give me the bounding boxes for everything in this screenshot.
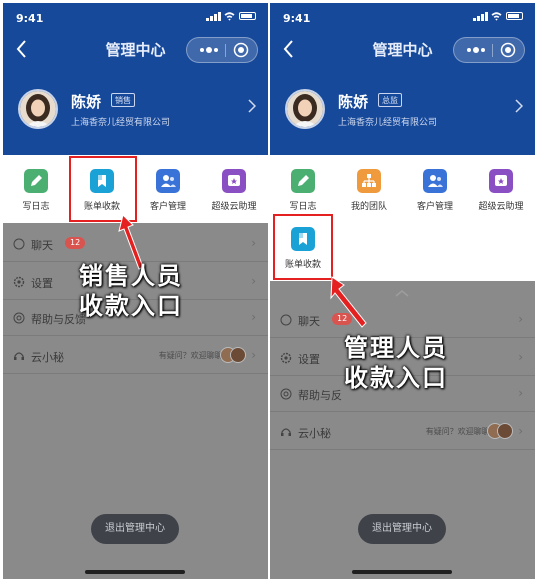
logout-button[interactable]: 退出管理中心 [358, 514, 446, 544]
miniprogram-capsule[interactable] [453, 37, 525, 63]
tile-label: 我的团队 [350, 202, 387, 212]
company-name: 上海香奈儿经贸有限公司 [71, 118, 171, 128]
menu-label: 帮助与反馈 [31, 313, 86, 326]
help-icon [13, 312, 25, 324]
callout-line: 收款入口 [79, 292, 183, 320]
tile-write-log[interactable]: 写日志 [3, 157, 69, 221]
home-indicator [352, 570, 452, 574]
headset-icon [281, 428, 291, 436]
settings-icon [280, 352, 292, 364]
tile-customers[interactable]: 客户管理 [402, 157, 468, 221]
chevron-right-icon: › [518, 350, 523, 364]
callout-label: 销售人员 收款入口 [79, 261, 183, 321]
signal-icon [473, 12, 489, 21]
tile-label: 客户管理 [416, 202, 453, 212]
user-name: 陈娇 [71, 93, 102, 111]
menu-label: 帮助与反 [298, 389, 342, 402]
miniprogram-capsule[interactable] [186, 37, 258, 63]
close-capsule-icon[interactable] [233, 42, 249, 58]
tile-my-team[interactable]: 我的团队 [336, 157, 402, 221]
tile-label: 超级云助理 [478, 202, 524, 212]
tile-label: 写日志 [22, 202, 50, 212]
chevron-right-icon: › [251, 310, 256, 324]
pencil-icon [291, 169, 315, 193]
chevron-right-icon [515, 99, 524, 117]
close-capsule-icon[interactable] [500, 42, 516, 58]
chevron-right-icon: › [518, 386, 523, 400]
chat-icon [13, 238, 25, 250]
wifi-icon [224, 12, 235, 21]
assistant-icon [222, 169, 246, 193]
pencil-icon [24, 169, 48, 193]
avatar [285, 89, 325, 129]
company-name: 上海香奈儿经贸有限公司 [338, 118, 438, 128]
tile-assistant[interactable]: 超级云助理 [201, 157, 267, 221]
callout-line: 收款入口 [344, 364, 448, 392]
callout-line: 管理人员 [344, 334, 448, 362]
callout-line: 销售人员 [79, 262, 183, 290]
menu-assistant[interactable]: 云小秘 有疑问？欢迎聊聊! › [270, 415, 535, 450]
collapse-handle[interactable] [390, 283, 414, 297]
arrow-annotation [330, 276, 367, 328]
more-icon[interactable] [195, 42, 223, 58]
wifi-icon [491, 12, 502, 21]
tile-assistant[interactable]: 超级云助理 [468, 157, 534, 221]
unread-badge: 12 [65, 237, 86, 249]
status-time: 9:41 [283, 12, 311, 25]
status-time: 9:41 [16, 12, 44, 25]
profile-row[interactable]: 陈娇 总监 上海香奈儿经贸有限公司 [270, 85, 535, 137]
sales-screen: 9:41 管理中心 陈娇 销售 上海香奈儿经贸有限公司 写日志 账单收款 客户管… [3, 3, 268, 579]
callout-label: 管理人员 收款入口 [344, 333, 448, 393]
assistant-icon [489, 169, 513, 193]
menu-label: 设置 [31, 277, 53, 290]
headset-icon [14, 352, 24, 360]
profile-row[interactable]: 陈娇 销售 上海香奈儿经贸有限公司 [3, 85, 268, 137]
tile-customers[interactable]: 客户管理 [135, 157, 201, 221]
assistant-hint: 有疑问？欢迎聊聊! [425, 427, 493, 436]
menu-label: 云小秘 [31, 351, 64, 364]
battery-icon [506, 12, 523, 20]
contacts-icon [423, 169, 447, 193]
tile-label: 超级云助理 [211, 202, 257, 212]
logout-button[interactable]: 退出管理中心 [91, 514, 179, 544]
menu-label: 云小秘 [298, 427, 331, 440]
role-badge: 总监 [378, 93, 402, 107]
chevron-right-icon: › [518, 312, 523, 326]
menu-label: 聊天 [31, 239, 53, 252]
avatar [18, 89, 58, 129]
signal-icon [206, 12, 222, 21]
chevron-right-icon: › [251, 348, 256, 362]
chevron-right-icon [248, 99, 257, 117]
menu-label: 设置 [298, 353, 320, 366]
header: 9:41 管理中心 陈娇 销售 上海香奈儿经贸有限公司 [3, 3, 268, 155]
help-icon [280, 388, 292, 400]
chevron-up-icon [395, 290, 409, 297]
billing-highlight-box [273, 214, 333, 280]
settings-icon [13, 276, 25, 288]
more-icon[interactable] [462, 42, 490, 58]
menu-assistant[interactable]: 云小秘 有疑问？欢迎聊聊! › [3, 339, 268, 374]
chevron-right-icon: › [251, 236, 256, 250]
avatar [230, 347, 246, 363]
assistant-hint: 有疑问？欢迎聊聊! [158, 351, 226, 360]
chevron-right-icon: › [251, 274, 256, 288]
header: 9:41 管理中心 陈娇 总监 上海香奈儿经贸有限公司 [270, 3, 535, 155]
home-indicator [85, 570, 185, 574]
avatar [497, 423, 513, 439]
menu-label: 聊天 [298, 315, 320, 328]
battery-icon [239, 12, 256, 20]
role-badge: 销售 [111, 93, 135, 107]
tile-label: 写日志 [289, 202, 317, 212]
tile-label: 客户管理 [149, 202, 186, 212]
chevron-right-icon: › [518, 424, 523, 438]
manager-screen: 9:41 管理中心 陈娇 总监 上海香奈儿经贸有限公司 写日志 我的团队 客户管… [270, 3, 535, 579]
chat-icon [280, 314, 292, 326]
tile-write-log[interactable]: 写日志 [270, 157, 336, 221]
team-icon [357, 169, 381, 193]
user-name: 陈娇 [338, 93, 369, 111]
contacts-icon [156, 169, 180, 193]
